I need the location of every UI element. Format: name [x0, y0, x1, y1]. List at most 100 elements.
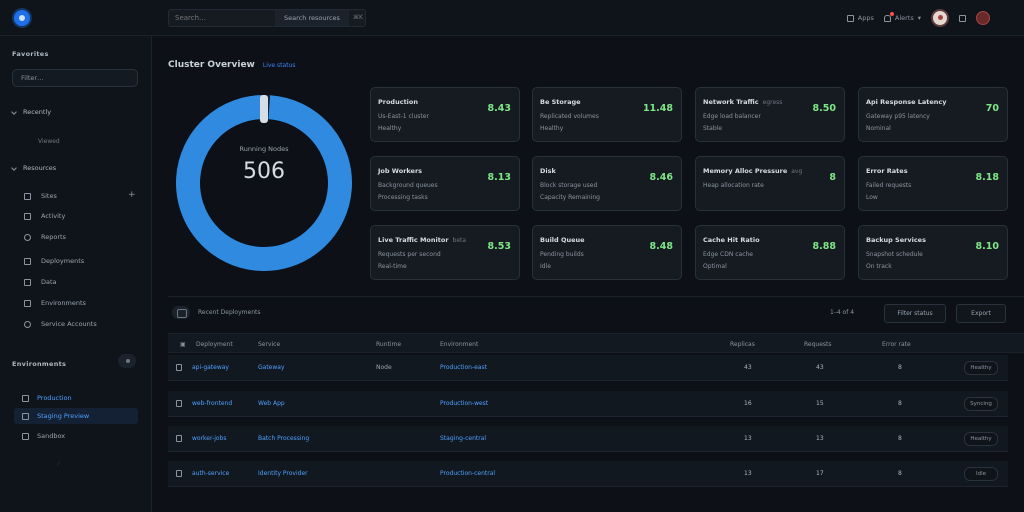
stat-card[interactable]: Api Response Latency Gateway p95 latency N…	[858, 87, 1008, 142]
export-button[interactable]: Export	[956, 304, 1006, 323]
chevron-down-icon	[11, 165, 17, 171]
deployment-link[interactable]: worker-jobs	[192, 435, 227, 442]
stat-card-value: 8.10	[975, 241, 999, 252]
bell-icon	[883, 11, 894, 22]
global-search[interactable]: Search resources ⌘K	[168, 9, 366, 27]
org-avatar[interactable]	[976, 11, 990, 25]
column-header-environment[interactable]: Environment	[440, 341, 478, 348]
stat-card-title: Backup Services	[866, 236, 926, 244]
apps-label: Apps	[857, 14, 874, 22]
search-input[interactable]	[169, 10, 275, 26]
column-header-error-rate[interactable]: Error rate	[882, 341, 911, 348]
table-row[interactable]: auth-service Identity Provider Production-…	[168, 461, 1008, 487]
folder-icon	[22, 432, 29, 440]
stat-card[interactable]: Build Queue Pending builds Idle 8.48	[532, 225, 682, 280]
project-item-staging[interactable]: Staging Preview	[14, 408, 138, 424]
stat-card[interactable]: Backup Services Snapshot schedule On track…	[858, 225, 1008, 280]
stat-card-status: Stable	[703, 125, 723, 132]
report-icon	[24, 233, 31, 241]
column-header-runtime[interactable]: Runtime	[376, 341, 401, 348]
column-header-replicas[interactable]: Replicas	[730, 341, 755, 348]
stat-card[interactable]: Job Workers Background queues Processing t…	[370, 156, 520, 211]
stat-card[interactable]: Be Storage Replicated volumes Healthy 11.48	[532, 87, 682, 142]
service-link[interactable]: Batch Processing	[258, 435, 309, 442]
stat-card-status: Idle	[540, 263, 551, 270]
stat-card[interactable]: Network Traffic egress Edge load balancer S…	[695, 87, 845, 142]
error-rate-cell: 8	[898, 435, 902, 442]
search-scope-button[interactable]: Search resources	[275, 10, 349, 26]
row-status-pill[interactable]: Healthy	[964, 432, 998, 446]
sidebar-item-service-accounts[interactable]: Service Accounts	[24, 317, 97, 331]
stat-card-value: 8	[829, 172, 836, 183]
sidebar-item-label: Reports	[41, 233, 66, 241]
table-row[interactable]: web-frontend Web App Production-west 16 15 8 S…	[168, 391, 1008, 417]
project-item-production[interactable]: Production	[14, 390, 138, 406]
sidebar-item-reports[interactable]: Reports	[24, 230, 66, 244]
stat-card-status: On track	[866, 263, 892, 270]
apps-menu[interactable]: Apps	[846, 14, 874, 22]
project-item-sandbox[interactable]: Sandbox	[14, 428, 138, 444]
stat-card[interactable]: Error Rates Failed requests Low 8.18	[858, 156, 1008, 211]
sidebar-item-environments[interactable]: Environments	[24, 296, 86, 310]
deployment-link[interactable]: web-frontend	[192, 400, 232, 407]
service-link[interactable]: Identity Provider	[258, 470, 308, 477]
stat-card[interactable]: Cache Hit Ratio Edge CDN cache Optimal 8.88	[695, 225, 845, 280]
section-divider	[168, 296, 1024, 297]
sidebar-item-label: Data	[41, 278, 57, 286]
help-menu[interactable]	[959, 14, 966, 22]
stat-card[interactable]: Production Us-East-1 cluster Healthy 8.43	[370, 87, 520, 142]
nodes-donut: Running Nodes 506	[176, 95, 352, 271]
stat-card-subtitle: Edge CDN cache	[703, 251, 753, 258]
stat-card[interactable]: Live Traffic Monitor beta Requests per sec…	[370, 225, 520, 280]
stat-card-value: 8.18	[975, 172, 999, 183]
stat-card[interactable]: Disk Block storage used Capacity Remaining…	[532, 156, 682, 211]
stat-card-status: Capacity Remaining	[540, 194, 600, 201]
select-all-icon[interactable]: ▣	[180, 341, 186, 348]
sidebar-item-sites[interactable]: Sites	[24, 189, 57, 203]
environment-link[interactable]: Production-west	[440, 400, 488, 407]
row-status-pill[interactable]: Syncing	[964, 397, 998, 411]
project-label: Production	[37, 394, 72, 402]
server-icon	[24, 192, 31, 200]
deployment-link[interactable]: auth-service	[192, 470, 229, 477]
stat-card-tag: beta	[452, 237, 467, 244]
sidebar-filter-input[interactable]: Filter…	[12, 69, 138, 87]
projects-menu-button[interactable]	[118, 354, 136, 368]
stat-card[interactable]: Memory Alloc Pressure avg Heap allocation …	[695, 156, 845, 211]
replicas-cell: 43	[744, 364, 752, 371]
sidebar-group-recently[interactable]: Recently	[11, 108, 51, 116]
table-view-toggle[interactable]	[172, 306, 190, 319]
stat-card-value: 11.48	[642, 103, 673, 114]
filter-status-button[interactable]: Filter status	[884, 304, 946, 323]
donut-value: 506	[243, 159, 285, 184]
stat-card-subtitle: Background queues	[378, 182, 438, 189]
user-avatar[interactable]	[931, 9, 949, 27]
service-link[interactable]: Web App	[258, 400, 285, 407]
row-status-pill[interactable]: Idle	[964, 467, 998, 481]
row-status-pill[interactable]: Healthy	[964, 361, 998, 375]
sidebar-sub-viewed[interactable]: Viewed	[38, 138, 60, 145]
deployment-icon	[176, 400, 182, 407]
table-row[interactable]: api-gateway Gateway Node Production-east 43 4…	[168, 355, 1008, 381]
environment-link[interactable]: Staging-central	[440, 435, 486, 442]
sidebar-item-deployments[interactable]: Deployments	[24, 254, 84, 268]
environment-link[interactable]: Production-central	[440, 470, 495, 477]
column-header-requests[interactable]: Requests	[804, 341, 832, 348]
column-header-deployment[interactable]: Deployment	[196, 341, 233, 348]
help-icon	[959, 14, 966, 22]
app-logo-icon[interactable]	[14, 10, 30, 26]
alerts-label: Alerts	[894, 14, 914, 22]
settings-icon	[24, 320, 31, 328]
column-header-service[interactable]: Service	[258, 341, 280, 348]
alerts-menu[interactable]: Alerts ▾	[883, 11, 921, 22]
stat-card-status: Nominal	[866, 125, 891, 132]
add-resource-button[interactable]: +	[128, 190, 136, 200]
sidebar-item-activity[interactable]: Activity	[24, 209, 65, 223]
donut-handle[interactable]	[260, 95, 268, 123]
sidebar-item-data[interactable]: Data	[24, 275, 57, 289]
environment-link[interactable]: Production-east	[440, 364, 487, 371]
service-link[interactable]: Gateway	[258, 364, 285, 371]
sidebar-group-resources[interactable]: Resources	[11, 164, 56, 172]
table-row[interactable]: worker-jobs Batch Processing Staging-centr…	[168, 426, 1008, 452]
deployment-link[interactable]: api-gateway	[192, 364, 229, 371]
